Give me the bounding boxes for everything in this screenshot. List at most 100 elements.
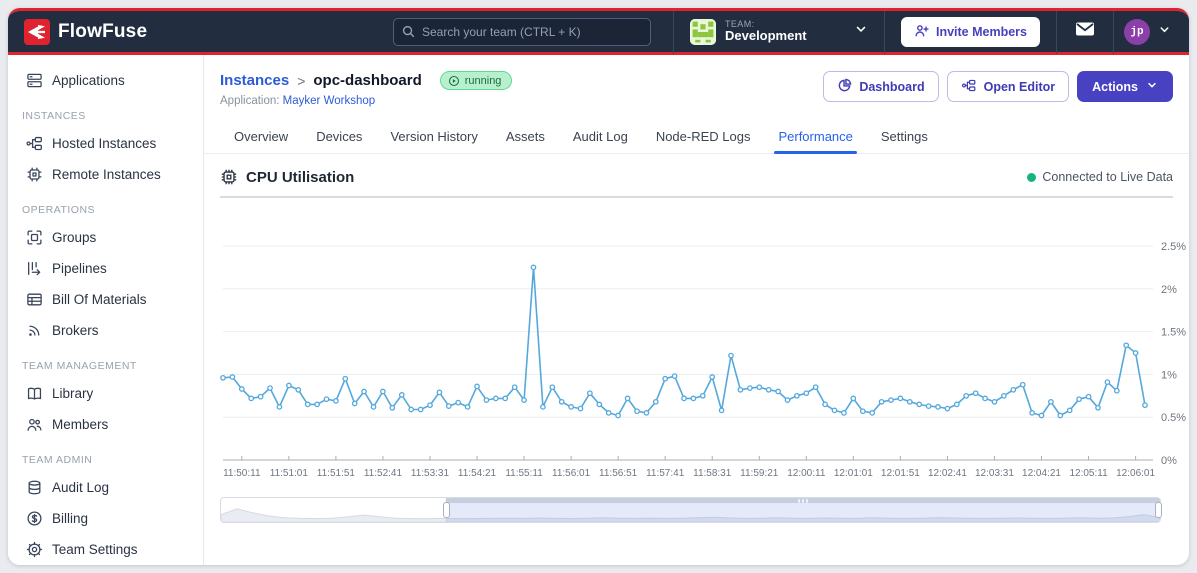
sidebar-item-team-settings[interactable]: Team Settings bbox=[8, 534, 203, 565]
brand-name: FlowFuse bbox=[58, 20, 148, 42]
user-plus-icon bbox=[914, 23, 929, 41]
hosted-instances-icon bbox=[26, 135, 43, 152]
dashboard-button[interactable]: Dashboard bbox=[823, 71, 939, 102]
user-menu[interactable]: jp bbox=[1114, 18, 1189, 45]
groups-icon bbox=[26, 229, 43, 246]
sidebar-item-label: Audit Log bbox=[52, 480, 110, 495]
sidebar-item-hosted-instances[interactable]: Hosted Instances bbox=[8, 128, 203, 159]
sidebar-item-label: Applications bbox=[52, 73, 125, 88]
application-link[interactable]: Mayker Workshop bbox=[283, 95, 375, 107]
live-dot-icon bbox=[1027, 172, 1037, 182]
svg-text:11:51:51: 11:51:51 bbox=[317, 468, 356, 479]
billing-icon bbox=[26, 510, 43, 527]
sidebar-item-label: Billing bbox=[52, 511, 89, 526]
notifications-button[interactable] bbox=[1057, 11, 1113, 54]
sidebar-section-header: INSTANCES bbox=[22, 110, 86, 122]
team-selector[interactable]: TEAM: Development bbox=[674, 11, 884, 54]
sidebar-item-label: Team Settings bbox=[52, 542, 138, 557]
svg-text:12:06:01: 12:06:01 bbox=[1116, 468, 1155, 479]
svg-text:11:57:41: 11:57:41 bbox=[646, 468, 685, 479]
svg-text:12:00:11: 12:00:11 bbox=[787, 468, 826, 479]
sidebar-item-audit-log[interactable]: Audit Log bbox=[8, 472, 203, 503]
sidebar-section-header: OPERATIONS bbox=[22, 204, 96, 216]
chart-title: CPU Utilisation bbox=[246, 168, 355, 186]
pie-chart-icon bbox=[837, 78, 852, 96]
tab-devices[interactable]: Devices bbox=[302, 123, 376, 153]
brush-left-handle[interactable] bbox=[443, 502, 451, 518]
svg-text:11:52:41: 11:52:41 bbox=[364, 468, 403, 479]
sidebar-section-header: TEAM MANAGEMENT bbox=[22, 360, 137, 372]
invite-members-label: Invite Members bbox=[935, 24, 1027, 39]
brokers-icon bbox=[26, 322, 43, 339]
sidebar-item-pipelines[interactable]: Pipelines bbox=[8, 253, 203, 284]
cpu-utilisation-chart: 0% 0.5% 1% 1.5% 2% 2.5% 11:50:11 11:51:01 11:51:… bbox=[220, 202, 1186, 489]
tab-audit-log[interactable]: Audit Log bbox=[559, 123, 642, 153]
team-search bbox=[392, 17, 651, 46]
application-label: Application: bbox=[220, 95, 280, 107]
sidebar-item-members[interactable]: Members bbox=[8, 409, 203, 440]
performance-panel: CPU Utilisation Connected to Live Data 0… bbox=[204, 154, 1189, 565]
pipelines-icon bbox=[26, 260, 43, 277]
tab-performance[interactable]: Performance bbox=[764, 123, 866, 154]
svg-text:12:04:21: 12:04:21 bbox=[1022, 468, 1061, 479]
tab-version-history[interactable]: Version History bbox=[376, 123, 491, 153]
remote-instances-icon bbox=[26, 166, 43, 183]
live-data-status: Connected to Live Data bbox=[1027, 170, 1173, 184]
chevron-down-icon bbox=[1158, 23, 1171, 41]
breadcrumb-separator: > bbox=[297, 72, 306, 89]
members-icon bbox=[26, 416, 43, 433]
main-content: Instances > opc-dashboard running Applic… bbox=[204, 55, 1189, 565]
svg-text:1%: 1% bbox=[1161, 369, 1177, 381]
audit-log-icon bbox=[26, 479, 43, 496]
sidebar-item-applications[interactable]: Applications bbox=[8, 65, 203, 96]
brush-right-handle[interactable] bbox=[1155, 502, 1162, 518]
breadcrumb-instances-link[interactable]: Instances bbox=[220, 72, 289, 89]
team-settings-icon bbox=[26, 541, 43, 558]
sidebar-item-groups[interactable]: Groups bbox=[8, 222, 203, 253]
svg-text:0.5%: 0.5% bbox=[1161, 412, 1186, 424]
search-input[interactable] bbox=[392, 17, 651, 46]
sidebar-item-bill-of-materials[interactable]: Bill Of Materials bbox=[8, 284, 203, 315]
library-icon bbox=[26, 385, 43, 402]
actions-button-label: Actions bbox=[1092, 79, 1138, 94]
open-editor-button[interactable]: Open Editor bbox=[946, 71, 1070, 102]
sidebar-item-billing[interactable]: Billing bbox=[8, 503, 203, 534]
invite-members-button[interactable]: Invite Members bbox=[900, 16, 1040, 47]
chevron-down-icon bbox=[1146, 79, 1158, 94]
navbar-divider bbox=[883, 11, 885, 54]
actions-button[interactable]: Actions bbox=[1077, 71, 1173, 102]
chart-minimap[interactable] bbox=[220, 497, 1162, 523]
sidebar-item-label: Brokers bbox=[52, 323, 99, 338]
sidebar-item-library[interactable]: Library bbox=[8, 378, 203, 409]
svg-text:1.5%: 1.5% bbox=[1161, 327, 1186, 339]
mail-icon bbox=[1075, 20, 1095, 43]
sidebar-item-brokers[interactable]: Brokers bbox=[8, 315, 203, 346]
status-badge: running bbox=[439, 71, 513, 90]
tab-overview[interactable]: Overview bbox=[220, 123, 302, 153]
svg-text:12:01:51: 12:01:51 bbox=[881, 468, 920, 479]
svg-text:11:59:21: 11:59:21 bbox=[740, 468, 779, 479]
sidebar-item-label: Remote Instances bbox=[52, 167, 161, 182]
flowfuse-logo-icon bbox=[24, 18, 50, 45]
tab-bar: Overview Devices Version History Assets Audi… bbox=[204, 123, 1189, 154]
svg-text:11:55:11: 11:55:11 bbox=[505, 468, 543, 479]
dashboard-button-label: Dashboard bbox=[859, 79, 925, 94]
tab-node-red-logs[interactable]: Node-RED Logs bbox=[642, 123, 765, 153]
svg-text:11:53:31: 11:53:31 bbox=[411, 468, 450, 479]
svg-text:12:03:31: 12:03:31 bbox=[975, 468, 1014, 479]
brush-grip-icon[interactable] bbox=[798, 499, 809, 503]
svg-text:12:01:01: 12:01:01 bbox=[834, 468, 873, 479]
svg-text:11:51:01: 11:51:01 bbox=[270, 468, 309, 479]
flowfuse-logo[interactable]: FlowFuse bbox=[8, 18, 163, 45]
bill-of-materials-icon bbox=[26, 291, 43, 308]
svg-text:12:02:41: 12:02:41 bbox=[928, 468, 967, 479]
sidebar-section-header: TEAM ADMIN bbox=[22, 454, 93, 466]
svg-text:11:56:51: 11:56:51 bbox=[599, 468, 638, 479]
top-navbar: FlowFuse TEAM: Development bbox=[8, 11, 1189, 55]
tab-settings[interactable]: Settings bbox=[867, 123, 942, 153]
sidebar-nav: Applications INSTANCES Hosted Instances Rem… bbox=[8, 55, 204, 565]
svg-text:12:05:11: 12:05:11 bbox=[1069, 468, 1108, 479]
sidebar-item-remote-instances[interactable]: Remote Instances bbox=[8, 159, 203, 190]
live-status-label: Connected to Live Data bbox=[1042, 170, 1173, 184]
tab-assets[interactable]: Assets bbox=[492, 123, 559, 153]
